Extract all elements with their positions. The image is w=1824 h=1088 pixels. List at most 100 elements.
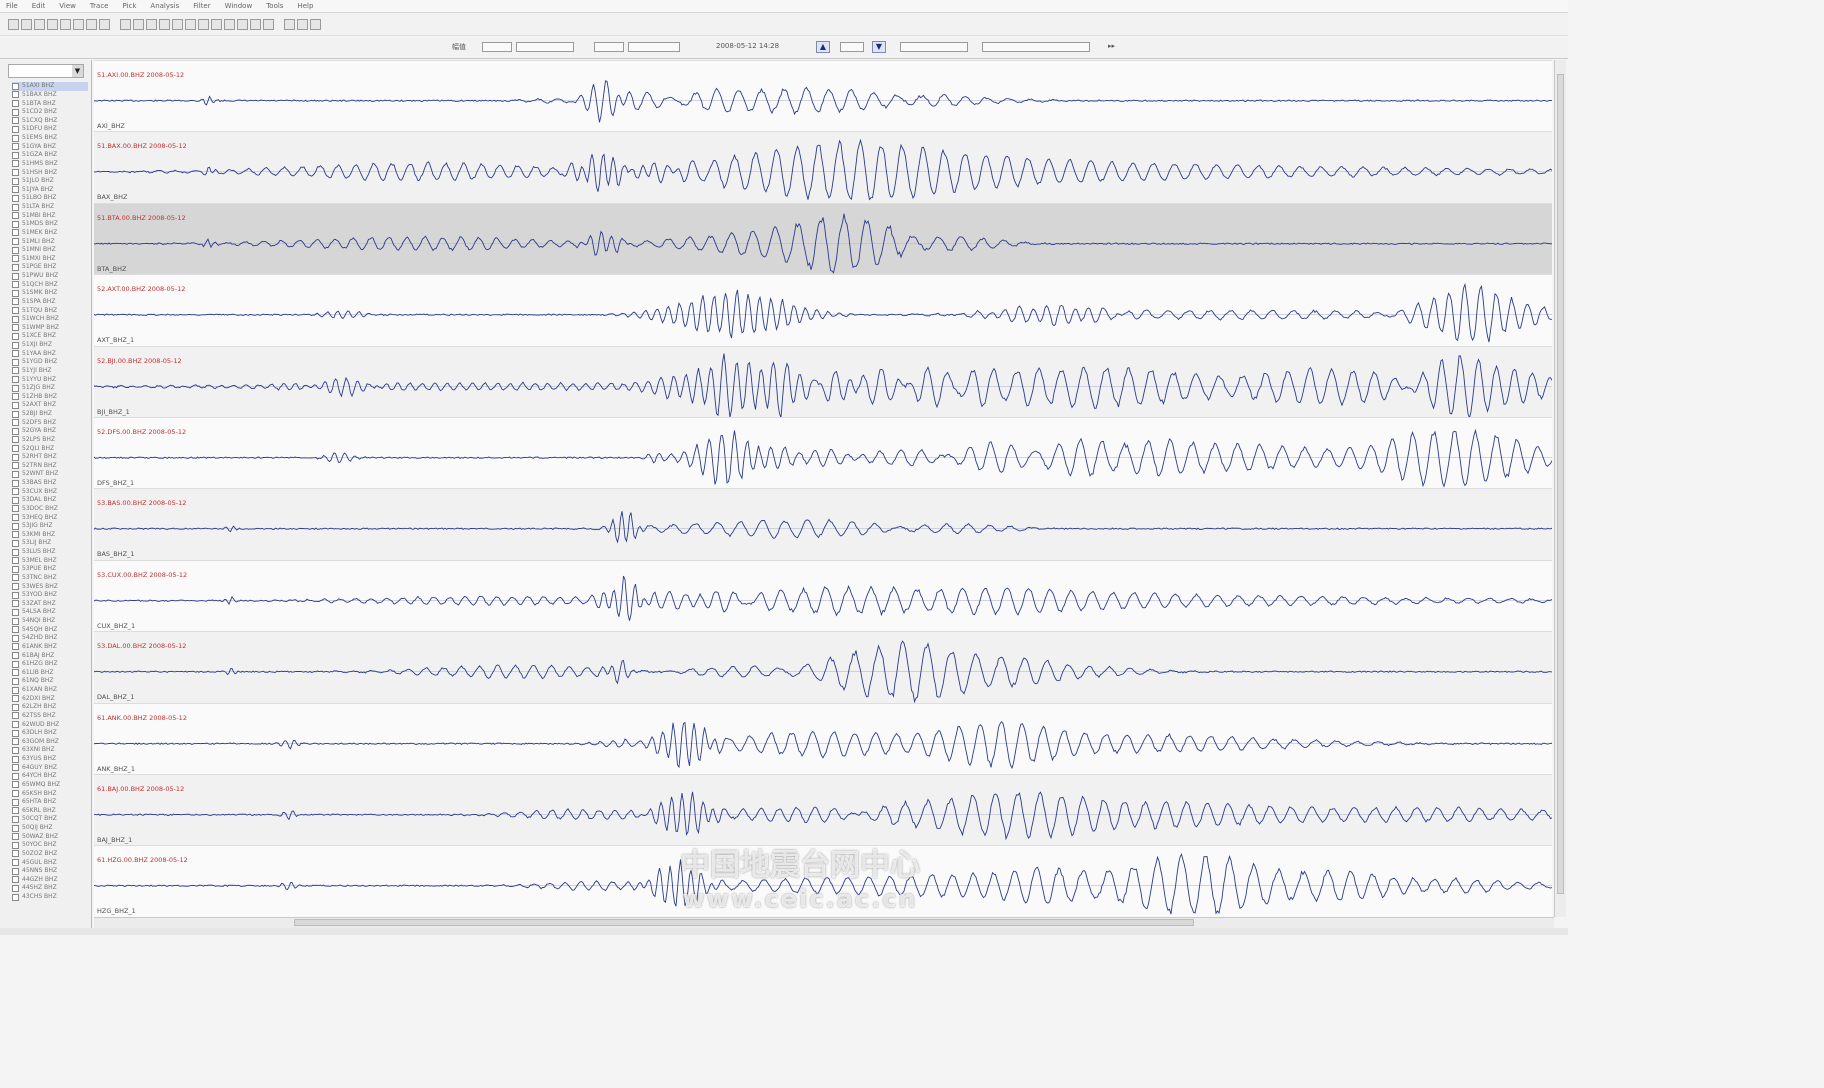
fit-icon[interactable] <box>99 19 110 30</box>
station-list-item[interactable]: 53DAL BHZ <box>12 496 88 505</box>
station-checkbox[interactable] <box>12 255 19 263</box>
station-list-item[interactable]: 51MEK BHZ <box>12 229 88 238</box>
station-checkbox[interactable] <box>12 289 19 297</box>
station-checkbox[interactable] <box>12 324 19 332</box>
station-checkbox[interactable] <box>12 100 19 108</box>
station-list-item[interactable]: 51EMS BHZ <box>12 134 88 143</box>
print-icon[interactable] <box>34 19 45 30</box>
menu-item[interactable]: File <box>6 2 18 10</box>
station-checkbox[interactable] <box>12 669 19 677</box>
station-list-item[interactable]: 52AXT BHZ <box>12 401 88 410</box>
station-list-item[interactable]: 54NQI BHZ <box>12 617 88 626</box>
station-checkbox[interactable] <box>12 841 19 849</box>
station-checkbox[interactable] <box>12 514 19 522</box>
station-checkbox[interactable] <box>12 263 19 271</box>
pick-s-icon[interactable] <box>146 19 157 30</box>
menu-item[interactable]: Filter <box>193 2 210 10</box>
station-list-item[interactable]: 65KRL BHZ <box>12 807 88 816</box>
station-checkbox[interactable] <box>12 746 19 754</box>
station-list-item[interactable]: 65HTA BHZ <box>12 798 88 807</box>
station-checkbox[interactable] <box>12 686 19 694</box>
station-group-select[interactable]: ▼ <box>8 64 84 78</box>
station-checkbox[interactable] <box>12 764 19 772</box>
station-list-item[interactable]: 51YGD BHZ <box>12 358 88 367</box>
station-checkbox[interactable] <box>12 186 19 194</box>
station-list-item[interactable]: 43CHS BHZ <box>12 893 88 902</box>
station-list-item[interactable]: 52WNT BHZ <box>12 470 88 479</box>
station-list-item[interactable]: 51XJI BHZ <box>12 341 88 350</box>
station-list-item[interactable]: 51LTA BHZ <box>12 203 88 212</box>
station-checkbox[interactable] <box>12 238 19 246</box>
station-checkbox[interactable] <box>12 410 19 418</box>
menu-item[interactable]: View <box>59 2 76 10</box>
menu-item[interactable]: Tools <box>266 2 283 10</box>
station-list-item[interactable]: 52QLI BHZ <box>12 444 88 453</box>
station-list-item[interactable]: 52GYA BHZ <box>12 427 88 436</box>
station-list-item[interactable]: 51MBI BHZ <box>12 211 88 220</box>
station-checkbox[interactable] <box>12 350 19 358</box>
station-list-item[interactable]: 51SPA BHZ <box>12 298 88 307</box>
station-checkbox[interactable] <box>12 815 19 823</box>
station-list-item[interactable]: 51WMP BHZ <box>12 324 88 333</box>
station-list-item[interactable]: 51MDS BHZ <box>12 220 88 229</box>
trace-row[interactable]: 53.BAS.00.BHZ 2008-05-12 BAS_BHZ_1 <box>94 488 1552 560</box>
menu-item[interactable]: Analysis <box>150 2 179 10</box>
station-checkbox[interactable] <box>12 393 19 401</box>
vertical-scroll-thumb[interactable] <box>1557 74 1564 894</box>
station-checkbox[interactable] <box>12 703 19 711</box>
trace-row[interactable]: 61.BAJ.00.BHZ 2008-05-12 BAJ_BHZ_1 <box>94 774 1552 846</box>
rotate-icon[interactable] <box>198 19 209 30</box>
station-checkbox[interactable] <box>12 660 19 668</box>
station-checkbox[interactable] <box>12 125 19 133</box>
station-checkbox[interactable] <box>12 419 19 427</box>
station-list-item[interactable]: 51SMK BHZ <box>12 289 88 298</box>
station-list-item[interactable]: 51DFU BHZ <box>12 125 88 134</box>
station-list-item[interactable]: 51ZHB BHZ <box>12 393 88 402</box>
station-list-item[interactable]: 54SQH BHZ <box>12 625 88 634</box>
station-checkbox[interactable] <box>12 462 19 470</box>
trace-row[interactable]: 53.DAL.00.BHZ 2008-05-12 DAL_BHZ_1 <box>94 631 1552 704</box>
station-list-item[interactable]: 51AXI BHZ <box>12 82 88 91</box>
station-checkbox[interactable] <box>12 376 19 384</box>
station-list-item[interactable]: 53CUX BHZ <box>12 487 88 496</box>
station-list-item[interactable]: 53HEQ BHZ <box>12 513 88 522</box>
station-list-item[interactable]: 53TNC BHZ <box>12 574 88 583</box>
station-list-item[interactable]: 51PGE BHZ <box>12 263 88 272</box>
zoom-out-icon[interactable] <box>60 19 71 30</box>
waveform-panel[interactable]: 51.AXI.00.BHZ 2008-05-12 AXI_BHZ 51.BAX.00… <box>94 60 1552 917</box>
station-checkbox[interactable] <box>12 833 19 841</box>
gain-up-button[interactable]: ▲ <box>816 41 830 53</box>
station-checkbox[interactable] <box>12 850 19 858</box>
station-checkbox[interactable] <box>12 332 19 340</box>
station-list-item[interactable]: 50YOC BHZ <box>12 841 88 850</box>
station-list-item[interactable]: 45GUL BHZ <box>12 858 88 867</box>
station-checkbox[interactable] <box>12 341 19 349</box>
station-list-item[interactable]: 51YYU BHZ <box>12 375 88 384</box>
station-list-item[interactable]: 54ZHD BHZ <box>12 634 88 643</box>
station-checkbox[interactable] <box>12 488 19 496</box>
record-icon[interactable] <box>310 19 321 30</box>
station-checkbox[interactable] <box>12 358 19 366</box>
gain-field[interactable] <box>840 42 864 52</box>
station-list-item[interactable]: 51HMS BHZ <box>12 160 88 169</box>
station-checkbox[interactable] <box>12 82 19 90</box>
station-checkbox[interactable] <box>12 859 19 867</box>
station-list-item[interactable]: 62DXI BHZ <box>12 694 88 703</box>
station-checkbox[interactable] <box>12 229 19 237</box>
station-checkbox[interactable] <box>12 583 19 591</box>
station-checkbox[interactable] <box>12 367 19 375</box>
station-checkbox[interactable] <box>12 677 19 685</box>
stack-icon[interactable] <box>224 19 235 30</box>
station-checkbox[interactable] <box>12 445 19 453</box>
station-checkbox[interactable] <box>12 867 19 875</box>
station-checkbox[interactable] <box>12 772 19 780</box>
station-list-item[interactable]: 45NNS BHZ <box>12 867 88 876</box>
station-checkbox[interactable] <box>12 134 19 142</box>
station-checkbox[interactable] <box>12 246 19 254</box>
select-icon[interactable] <box>86 19 97 30</box>
station-list-item[interactable]: 51YJI BHZ <box>12 367 88 376</box>
station-checkbox[interactable] <box>12 151 19 159</box>
station-checkbox[interactable] <box>12 470 19 478</box>
station-checkbox[interactable] <box>12 790 19 798</box>
station-checkbox[interactable] <box>12 531 19 539</box>
